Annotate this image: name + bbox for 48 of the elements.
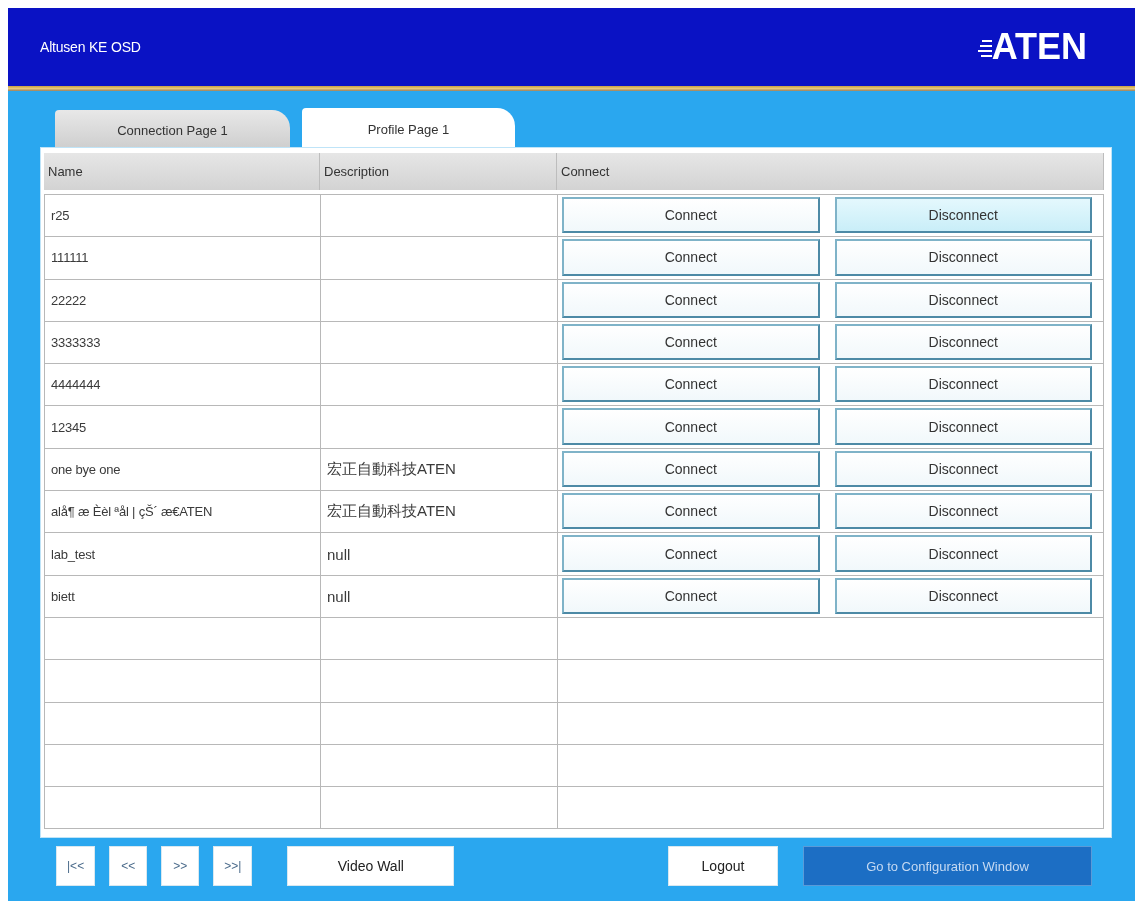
tab[interactable]: Connection Page 1 (55, 110, 290, 147)
connect-button[interactable]: Connect (562, 239, 820, 276)
table-cell: one bye one (45, 448, 321, 492)
table-cell: 3333333 (45, 321, 321, 365)
connect-button[interactable]: Connect (562, 281, 820, 318)
app-title: Altusen KE OSD (40, 39, 141, 55)
logout-button[interactable]: Logout (668, 846, 778, 886)
connect-button[interactable]: Connect (562, 408, 820, 445)
pager-button[interactable]: >> (161, 846, 200, 886)
connect-button[interactable]: Connect (562, 197, 820, 234)
table-cell: alå¶ æ Èèl ªål | çŠ´ æ€ATEN (45, 491, 321, 534)
table-cell: 111111 (45, 237, 321, 280)
table-cell: null (321, 575, 558, 618)
pager-button[interactable]: |<< (56, 846, 96, 886)
connect-button[interactable]: Connect (562, 493, 820, 530)
connect-button[interactable]: Connect (562, 323, 820, 361)
table-cell: 宏正自動科技ATEN (321, 491, 558, 534)
tab[interactable]: Profile Page 1 (302, 108, 515, 147)
table-cell: lab_test (45, 533, 321, 576)
connect-button[interactable]: Connect (562, 577, 820, 614)
column-header: Name (44, 153, 320, 190)
disconnect-button[interactable]: Disconnect (834, 450, 1092, 488)
table-cell: null (321, 533, 558, 576)
table-cell: 4444444 (45, 364, 321, 407)
pager-button[interactable]: >>| (213, 846, 253, 886)
disconnect-button[interactable]: Disconnect (834, 239, 1092, 276)
disconnect-button[interactable]: Disconnect (834, 323, 1092, 361)
connect-button[interactable]: Connect (562, 535, 820, 572)
disconnect-button[interactable]: Disconnect (834, 281, 1092, 318)
column-header: Description (320, 153, 557, 190)
video-wall-button[interactable]: Video Wall (287, 846, 455, 886)
disconnect-button[interactable]: Disconnect (834, 535, 1092, 572)
disconnect-button[interactable]: Disconnect (834, 493, 1092, 530)
disconnect-button[interactable]: Disconnect (834, 408, 1092, 445)
configuration-button[interactable]: Go to Configuration Window (803, 846, 1092, 886)
table-cell: r25 (45, 195, 321, 238)
brand-logo: ATEN (991, 29, 1087, 65)
table-cell: 12345 (45, 406, 321, 449)
column-header: Connect (557, 153, 1104, 190)
table-cell: 宏正自動科技ATEN (321, 448, 558, 492)
table-cell: biett (45, 575, 321, 618)
disconnect-button[interactable]: Disconnect (834, 577, 1092, 614)
pager-button[interactable]: << (109, 846, 148, 886)
table-cell: 22222 (45, 279, 321, 322)
disconnect-button[interactable]: Disconnect (834, 197, 1092, 234)
connect-button[interactable]: Connect (562, 366, 820, 403)
connect-button[interactable]: Connect (562, 450, 820, 488)
disconnect-button[interactable]: Disconnect (834, 366, 1092, 403)
